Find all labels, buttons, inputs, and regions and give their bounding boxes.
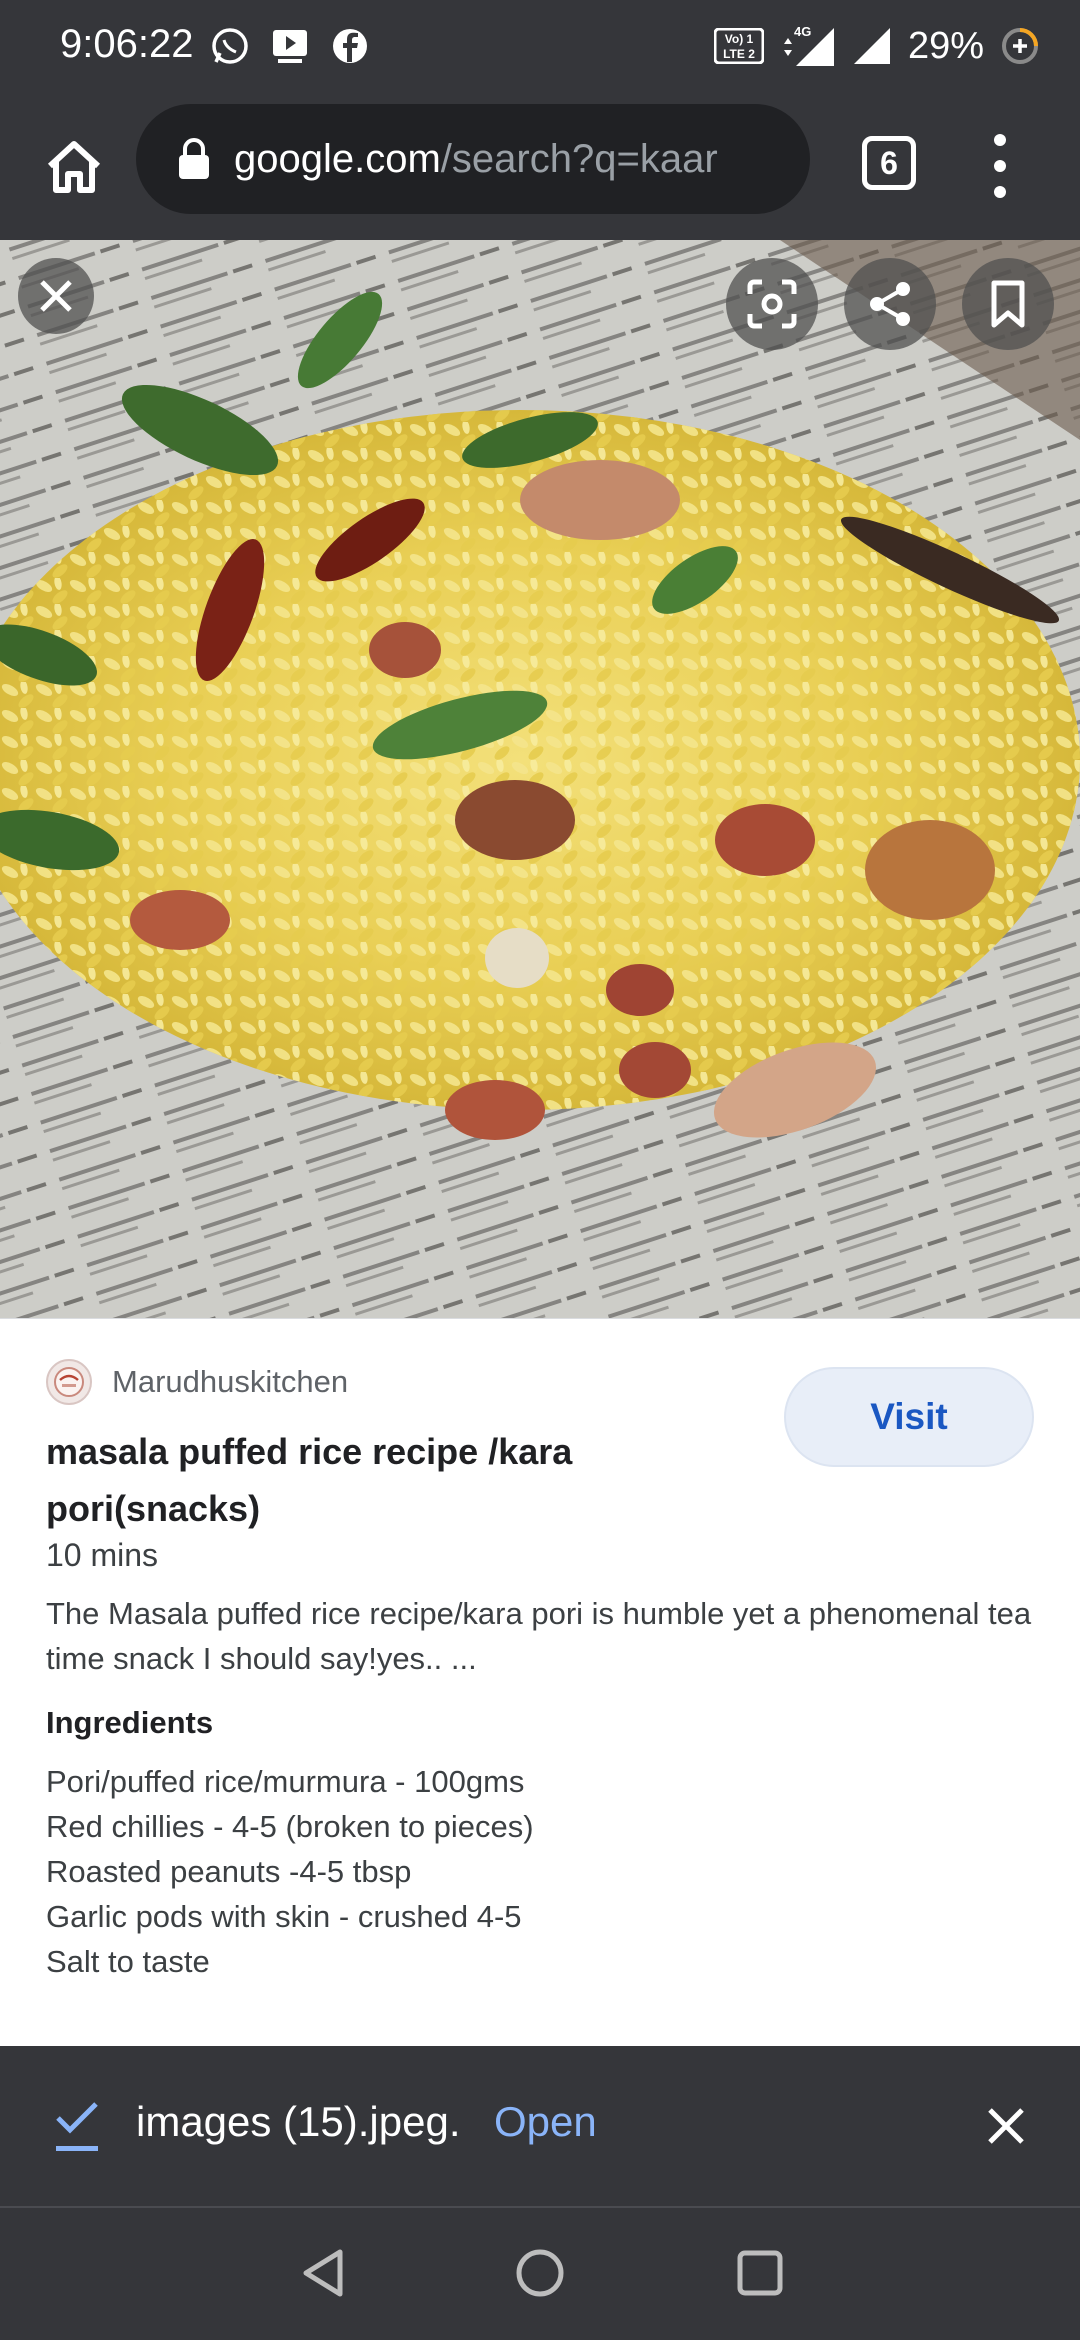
site-favicon-icon	[46, 1359, 92, 1405]
signal-icon	[853, 28, 890, 64]
svg-text:Vo) 1: Vo) 1	[725, 32, 754, 46]
overflow-menu-button[interactable]	[976, 128, 1024, 204]
close-icon	[40, 280, 72, 312]
bookmark-icon	[991, 280, 1025, 328]
home-nav-button[interactable]	[505, 2238, 575, 2308]
cook-time: 10 mins	[46, 1537, 159, 1573]
recents-button[interactable]	[725, 2238, 795, 2308]
result-title[interactable]: masala puffed rice recipe /kara pori(sna…	[46, 1423, 686, 1537]
result-card: Marudhuskitchen Visit masala puffed rice…	[0, 1318, 1080, 2048]
system-nav-bar	[0, 2206, 1080, 2340]
dismiss-snackbar-button[interactable]	[976, 2096, 1036, 2156]
source-row[interactable]: Marudhuskitchen	[46, 1359, 348, 1405]
svg-text:4G: 4G	[794, 24, 811, 39]
close-image-button[interactable]	[18, 258, 94, 334]
status-time: 9:06:22	[60, 22, 194, 66]
back-triangle-icon	[303, 2249, 343, 2297]
open-download-link[interactable]: Open	[494, 2098, 597, 2146]
tab-count: 6	[880, 144, 898, 181]
back-button[interactable]	[288, 2238, 358, 2308]
browser-toolbar: google.com/search?q=kaar 6	[0, 92, 1080, 240]
ingredient-item: Salt to taste	[46, 1944, 210, 1979]
visit-button[interactable]: Visit	[784, 1367, 1034, 1467]
lock-icon	[179, 138, 209, 179]
ingredients-list: Pori/puffed rice/murmura - 100gms Red ch…	[46, 1759, 534, 1984]
lens-icon	[747, 279, 797, 329]
url-text: google.com/search?q=kaar	[234, 137, 718, 182]
ingredient-item: Garlic pods with skin - crushed 4-5	[46, 1899, 522, 1934]
source-name: Marudhuskitchen	[112, 1364, 349, 1399]
battery-saver-icon	[1002, 28, 1038, 64]
close-icon	[988, 2108, 1024, 2144]
puffed-rice-photo	[0, 240, 1080, 1318]
home-button[interactable]	[34, 126, 114, 206]
url-path: /search?q=kaar	[440, 136, 718, 181]
image-preview[interactable]	[0, 240, 1080, 1318]
svg-text:LTE 2: LTE 2	[723, 47, 755, 61]
menu-dot-icon	[994, 160, 1006, 172]
video-icon	[273, 30, 307, 63]
result-description: The Masala puffed rice recipe/kara pori …	[46, 1596, 1032, 1676]
google-lens-button[interactable]	[726, 258, 818, 350]
home-icon	[47, 141, 101, 193]
menu-dot-icon	[994, 134, 1006, 146]
menu-dot-icon	[994, 186, 1006, 198]
download-complete-icon	[56, 2102, 98, 2151]
address-bar[interactable]: google.com/search?q=kaar	[136, 104, 810, 214]
share-icon	[870, 282, 910, 326]
download-snackbar: images (15).jpeg. Open	[0, 2046, 1080, 2206]
battery-percent: 29%	[907, 24, 984, 67]
url-domain: google.com	[234, 136, 441, 181]
ingredient-item: Roasted peanuts -4-5 tbsp	[46, 1854, 412, 1889]
favicon-graphic	[54, 1367, 84, 1397]
signal-4g-icon: 4G	[783, 24, 834, 66]
volte-icon: Vo) 1 LTE 2	[713, 28, 764, 64]
home-circle-icon	[516, 2249, 564, 2297]
whatsapp-icon	[212, 28, 248, 64]
recents-square-icon	[737, 2250, 783, 2296]
share-button[interactable]	[844, 258, 936, 350]
tab-switcher-button[interactable]: 6	[862, 136, 916, 190]
ingredient-item: Red chillies - 4-5 (broken to pieces)	[46, 1809, 534, 1844]
download-filename: images (15).jpeg.	[136, 2098, 461, 2145]
facebook-icon	[333, 29, 367, 63]
save-bookmark-button[interactable]	[962, 258, 1054, 350]
ingredient-item: Pori/puffed rice/murmura - 100gms	[46, 1764, 525, 1799]
ingredients-heading: Ingredients	[46, 1705, 214, 1740]
status-bar: 9:06:22 Vo) 1 LTE 2 4G 29%	[0, 0, 1080, 92]
